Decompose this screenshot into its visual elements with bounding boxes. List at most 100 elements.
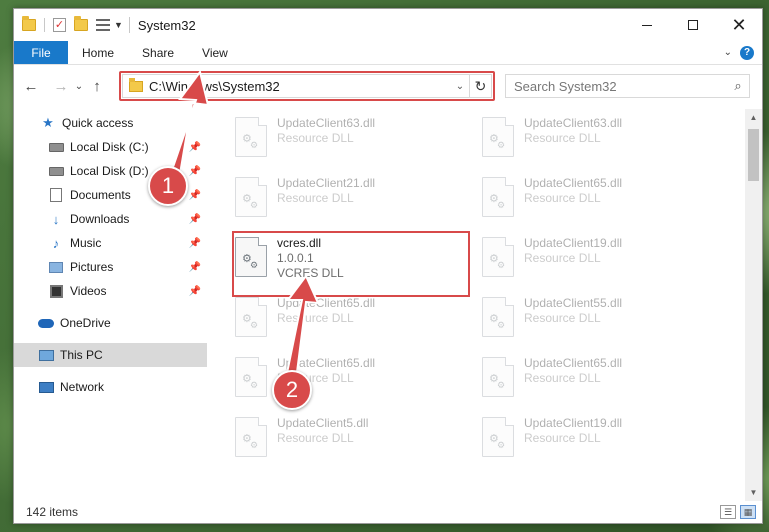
properties-icon[interactable] [96, 19, 110, 31]
pin-icon[interactable]: 📌 [189, 214, 201, 225]
sidebar-item-label: Music [70, 236, 102, 250]
list-item[interactable]: ⚙ ⚙ UpdateClient65.dll Resource DLL [235, 293, 475, 347]
dll-file-icon: ⚙ ⚙ [482, 117, 514, 157]
sidebar-item-onedrive[interactable]: OneDrive [14, 311, 207, 335]
sidebar-item-videos[interactable]: Videos 📌 [14, 279, 207, 303]
dll-file-icon: ⚙ ⚙ [482, 177, 514, 217]
file-name: UpdateClient19.dll [524, 416, 623, 430]
search-box[interactable]: Search System32 ⌕ [505, 74, 750, 98]
sidebar-item-pictures[interactable]: Pictures 📌 [14, 255, 207, 279]
dll-file-icon: ⚙ ⚙ [482, 297, 514, 337]
file-name: UpdateClient65.dll [524, 176, 623, 190]
scroll-down-icon[interactable]: ▼ [745, 484, 762, 501]
pin-icon[interactable]: 📌 [189, 190, 201, 201]
videos-icon [48, 284, 64, 298]
step-badge-2: 2 [272, 370, 312, 410]
scrollbar-thumb[interactable] [748, 129, 759, 181]
maximize-button[interactable] [670, 9, 716, 41]
file-name: UpdateClient5.dll [277, 416, 369, 430]
file-description: Resource DLL [524, 191, 601, 205]
file-description: Resource DLL [524, 311, 601, 325]
list-item[interactable]: ⚙ ⚙ UpdateClient63.dll Resource DLL [482, 113, 722, 167]
new-folder-icon[interactable] [74, 16, 88, 31]
file-list: ⚙ ⚙ UpdateClient63.dll Resource DLL ⚙ ⚙ Upd… [207, 109, 752, 501]
sidebar-item-music[interactable]: ♪ Music 📌 [14, 231, 207, 255]
properties-check-icon[interactable]: ✓ [53, 18, 66, 32]
sidebar-item-label: Downloads [70, 212, 130, 226]
minimize-button[interactable] [624, 9, 670, 41]
ribbon-tabs: File Home Share View ⌄ ? [14, 41, 762, 65]
documents-icon [48, 188, 64, 202]
network-icon [38, 380, 54, 394]
pin-icon[interactable]: 📌 [189, 142, 201, 153]
dll-file-icon: ⚙ ⚙ [482, 357, 514, 397]
list-item[interactable]: ⚙ ⚙ UpdateClient65.dll Resource DLL [482, 353, 722, 407]
file-description: Resource DLL [277, 191, 354, 205]
file-description: Resource DLL [524, 431, 601, 445]
tab-file[interactable]: File [14, 41, 68, 64]
list-item[interactable]: ⚙ ⚙ UpdateClient65.dll Resource DLL [482, 173, 722, 227]
pictures-icon [48, 260, 64, 274]
minimize-icon [642, 24, 652, 26]
file-name: UpdateClient19.dll [524, 236, 623, 250]
details-view-icon[interactable]: ☰ [720, 505, 736, 519]
cloud-icon [38, 316, 54, 330]
sidebar-item-local-disk-c[interactable]: Local Disk (C:) 📌 [14, 135, 207, 159]
ribbon-right: ⌄ ? [724, 41, 762, 64]
recent-locations-chevron-icon[interactable]: ⌄ [72, 81, 86, 92]
drive-icon [48, 140, 64, 154]
list-item[interactable]: ⚙ ⚙ UpdateClient21.dll Resource DLL [235, 173, 475, 227]
sidebar-item-network[interactable]: Network [14, 375, 207, 399]
close-button[interactable]: ✕ [716, 9, 762, 41]
dll-file-icon: ⚙ ⚙ [235, 117, 267, 157]
tab-home[interactable]: Home [68, 41, 128, 64]
search-input[interactable]: Search System32 [514, 79, 727, 94]
quick-access-toolbar: ✓ ▼ [22, 9, 129, 41]
tab-share[interactable]: Share [128, 41, 188, 64]
sidebar-item-label: Quick access [62, 116, 134, 130]
file-description: Resource DLL [277, 431, 354, 445]
expand-ribbon-chevron-icon[interactable]: ⌄ [724, 47, 732, 58]
download-icon: ↓ [52, 211, 60, 227]
sidebar-item-label: Local Disk (D:) [70, 164, 149, 178]
computer-icon [38, 348, 54, 362]
pin-icon[interactable]: 📌 [189, 166, 201, 177]
customize-chevron-down-icon[interactable]: ▼ [114, 20, 123, 30]
tab-view[interactable]: View [188, 41, 242, 64]
sidebar-item-this-pc[interactable]: This PC [14, 343, 207, 367]
back-button[interactable]: ← [20, 78, 42, 95]
pin-icon[interactable]: 📌 [189, 238, 201, 249]
pin-icon[interactable]: 📌 [189, 286, 201, 297]
list-item[interactable]: ⚙ ⚙ UpdateClient63.dll Resource DLL [235, 113, 475, 167]
file-explorer-window: ✓ ▼ System32 ✕ File Home Share View ⌄ ? … [13, 8, 763, 524]
divider [44, 18, 45, 32]
sidebar-item-downloads[interactable]: ↓ Downloads 📌 [14, 207, 207, 231]
list-item[interactable]: ⚙ ⚙ UpdateClient65.dll Resource DLL [235, 353, 475, 407]
up-button[interactable]: ↑ [86, 78, 108, 95]
sidebar-item-quick-access[interactable]: ★ Quick access [14, 111, 207, 135]
file-name: UpdateClient65.dll [277, 296, 376, 310]
list-item[interactable]: ⚙ ⚙ UpdateClient55.dll Resource DLL [482, 293, 722, 347]
list-item[interactable]: ⚙ ⚙ UpdateClient19.dll Resource DLL [482, 413, 722, 467]
window-controls: ✕ [624, 9, 762, 41]
dll-file-icon: ⚙ ⚙ [235, 357, 267, 397]
list-item[interactable]: ⚙ ⚙ UpdateClient19.dll Resource DLL [482, 233, 722, 287]
file-highlight-box [232, 231, 470, 297]
list-item[interactable]: ⚙ ⚙ UpdateClient5.dll Resource DLL [235, 413, 475, 467]
search-icon[interactable]: ⌕ [727, 78, 749, 94]
file-name: UpdateClient63.dll [524, 116, 623, 130]
help-icon[interactable]: ? [740, 45, 754, 60]
file-description: Resource DLL [277, 311, 354, 325]
music-icon: ♪ [52, 235, 60, 251]
vertical-scrollbar[interactable]: ▲ ▼ [745, 109, 762, 501]
scroll-up-icon[interactable]: ▲ [745, 109, 762, 126]
forward-button[interactable]: → [50, 78, 72, 95]
dll-file-icon: ⚙ ⚙ [235, 417, 267, 457]
sidebar-item-label: Network [60, 380, 105, 394]
tiles-view-icon[interactable]: ▦ [740, 505, 756, 519]
item-count: 142 items [26, 505, 79, 519]
drive-icon [48, 164, 64, 178]
pin-icon[interactable]: 📌 [189, 262, 201, 273]
step-badge-1: 1 [148, 166, 188, 206]
file-name: UpdateClient63.dll [277, 116, 376, 130]
